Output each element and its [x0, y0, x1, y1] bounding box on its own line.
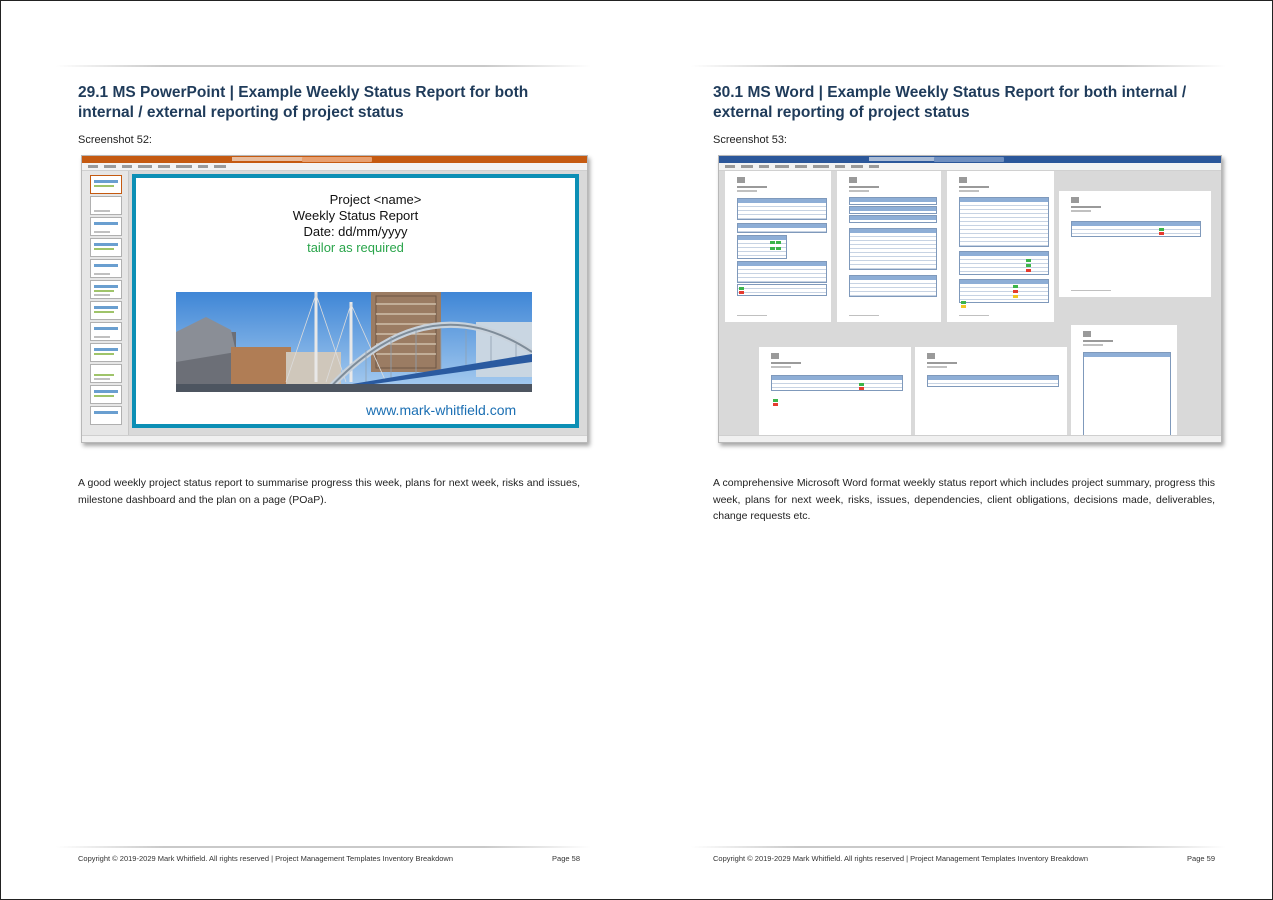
slide-title-block: Project <name> Weekly Status Report Date… [136, 192, 575, 256]
bridge-photo-illustration [176, 292, 532, 392]
status-bar [82, 435, 587, 442]
slide-website-url: www.mark-whitfield.com [366, 402, 517, 418]
word-page-thumbnail [837, 171, 941, 322]
ribbon-menu [719, 163, 1221, 171]
bridge-photo [176, 292, 532, 392]
powerpoint-screenshot: Project <name> Weekly Status Report Date… [81, 155, 588, 443]
word-page-thumbnail [1071, 325, 1177, 437]
word-page-thumbnail [725, 171, 831, 322]
page-footer: Copyright © 2019-2029 Mark Whitfield. Al… [78, 854, 580, 863]
screenshot-caption: Screenshot 52: [78, 134, 152, 146]
header-rule [56, 65, 591, 67]
page-number: Page 58 [552, 854, 580, 863]
word-page-thumbnail [947, 171, 1054, 322]
slide-project-name: Project <name> [329, 192, 422, 207]
screenshot-description: A good weekly project status report to s… [78, 477, 580, 506]
word-page-thumbnail [915, 347, 1067, 437]
footer-rule [691, 846, 1226, 848]
slide-date: Date: dd/mm/yyyy [303, 224, 408, 239]
ribbon-menu [82, 163, 587, 171]
slide-tailor-note: tailor as required [307, 240, 404, 255]
section-heading: 29.1 MS PowerPoint | Example Weekly Stat… [78, 84, 529, 121]
screenshot-description: A comprehensive Microsoft Word format we… [713, 477, 1215, 522]
page-footer: Copyright © 2019-2029 Mark Whitfield. Al… [713, 854, 1215, 863]
word-page-thumbnail [759, 347, 911, 437]
footer-copyright: Copyright © 2019-2029 Mark Whitfield. Al… [713, 854, 1089, 863]
document-page-59: 30.1 MS Word | Example Weekly Status Rep… [636, 0, 1273, 900]
footer-copyright: Copyright © 2019-2029 Mark Whitfield. Al… [78, 854, 454, 863]
title-slide: Project <name> Weekly Status Report Date… [132, 174, 579, 428]
screenshot-caption: Screenshot 53: [713, 134, 787, 146]
page-number: Page 59 [1187, 854, 1215, 863]
word-screenshot [718, 155, 1222, 443]
slide-report-title: Weekly Status Report [292, 208, 419, 223]
app-titlebar [719, 156, 1221, 163]
app-titlebar [82, 156, 587, 163]
status-bar [719, 435, 1221, 442]
section-heading: 30.1 MS Word | Example Weekly Status Rep… [713, 84, 1187, 121]
word-page-thumbnail [1059, 191, 1211, 297]
slide-thumbnails-panel [82, 171, 129, 436]
footer-rule [56, 846, 591, 848]
header-rule [691, 65, 1226, 67]
document-page-58: 29.1 MS PowerPoint | Example Weekly Stat… [0, 0, 637, 900]
